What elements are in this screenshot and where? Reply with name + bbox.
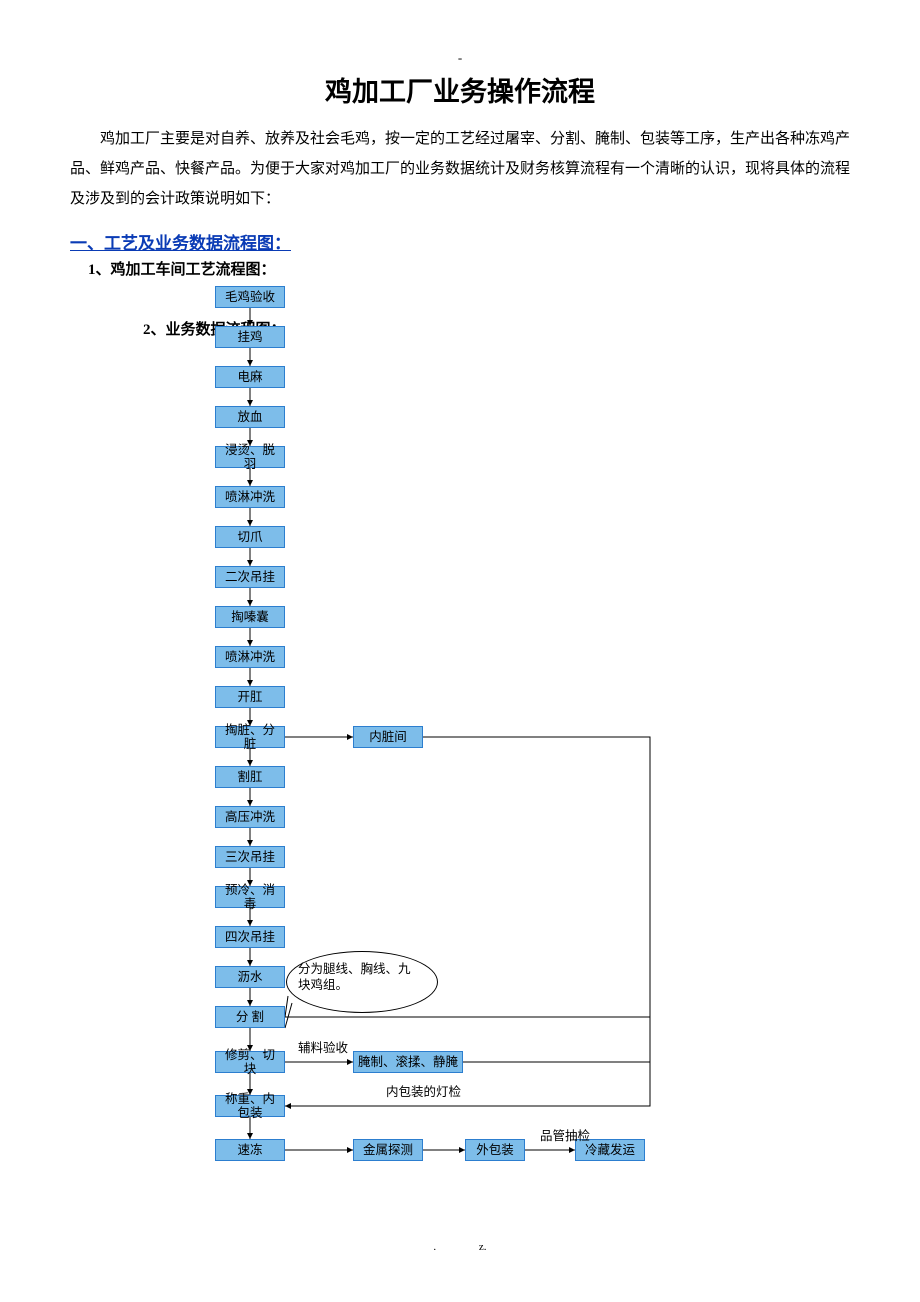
flow-node: 切爪 xyxy=(215,526,285,548)
section-heading: 一、工艺及业务数据流程图： xyxy=(70,229,850,254)
flowchart-container: 2、业务数据流程图： 毛鸡验收挂鸡电麻放血浸烫、脱羽喷淋冲洗切爪二次吊挂掏嗪囊喷… xyxy=(90,281,850,1221)
callout-text: 分为腿线、胸线、九块鸡组。 xyxy=(298,961,418,994)
flow-node: 浸烫、脱羽 xyxy=(215,446,285,468)
flow-node: 挂鸡 xyxy=(215,326,285,348)
footer-z: z. xyxy=(479,1241,487,1253)
flow-node: 掏嗪囊 xyxy=(215,606,285,628)
flow-node: 喷淋冲洗 xyxy=(215,486,285,508)
flow-node-neizang: 内脏间 xyxy=(353,726,423,748)
label-neibaozhuang: 内包装的灯检 xyxy=(386,1081,461,1100)
flow-node: 毛鸡验收 xyxy=(215,286,285,308)
flow-node: 预冷、消毒 xyxy=(215,886,285,908)
subsection-1: 1、鸡加工车间工艺流程图： xyxy=(88,258,850,279)
page-footer: . z. xyxy=(70,1241,850,1253)
page-title: 鸡加工厂业务操作流程 xyxy=(70,70,850,109)
label-pin: 品管抽检 xyxy=(540,1125,590,1144)
flow-node: 修剪、切块 xyxy=(215,1051,285,1073)
flow-node: 速冻 xyxy=(215,1139,285,1161)
connectors-svg xyxy=(90,281,850,1221)
flow-node: 掏脏、分脏 xyxy=(215,726,285,748)
flow-node-jinshu: 金属探测 xyxy=(353,1139,423,1161)
flow-node: 放血 xyxy=(215,406,285,428)
flow-node: 二次吊挂 xyxy=(215,566,285,588)
footer-dot: . xyxy=(433,1241,436,1253)
flow-node: 喷淋冲洗 xyxy=(215,646,285,668)
flow-node: 开肛 xyxy=(215,686,285,708)
flow-node: 四次吊挂 xyxy=(215,926,285,948)
flow-node: 电麻 xyxy=(215,366,285,388)
flow-node: 分 割 xyxy=(215,1006,285,1028)
flow-node-waibao: 外包装 xyxy=(465,1139,525,1161)
flow-node: 称重、内包装 xyxy=(215,1095,285,1117)
intro-paragraph: 鸡加工厂主要是对自养、放养及社会毛鸡，按一定的工艺经过屠宰、分割、腌制、包装等工… xyxy=(70,124,850,214)
flow-node: 沥水 xyxy=(215,966,285,988)
label-fuliao: 辅料验收 xyxy=(298,1037,348,1056)
flow-node: 三次吊挂 xyxy=(215,846,285,868)
flow-node-yanzhi: 腌制、滚揉、静腌 xyxy=(353,1051,463,1073)
header-tick: - xyxy=(70,50,850,66)
flow-node: 割肛 xyxy=(215,766,285,788)
flow-node: 高压冲洗 xyxy=(215,806,285,828)
